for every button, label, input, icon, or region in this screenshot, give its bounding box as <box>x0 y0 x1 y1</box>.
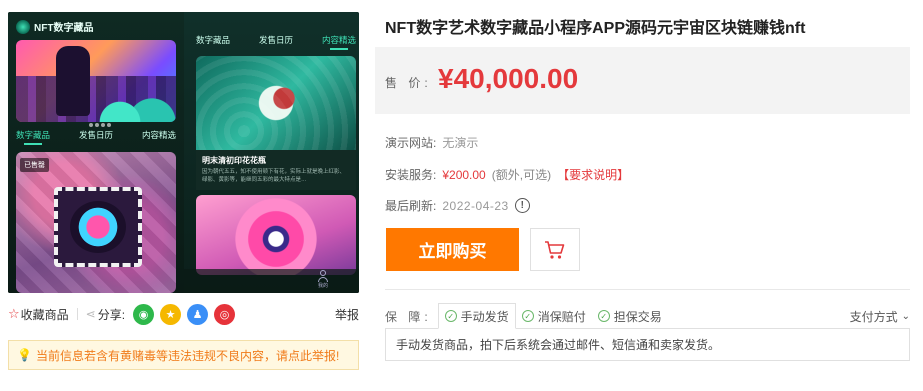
install-row: 安装服务: ¥200.00 (额外,可选) 【要求说明】 <box>385 166 629 183</box>
guarantee-tag-escrow[interactable]: ✓ 担保交易 <box>592 303 668 329</box>
report-warning[interactable]: 💡 当前信息若含有黄赌毒等违法违规不良内容，请点此举报! <box>8 340 359 370</box>
share-icon: ⋖ <box>85 307 96 321</box>
payment-method-dropdown[interactable]: 支付方式 ⌄ <box>850 308 910 325</box>
sold-out-badge: 已售罄 <box>20 158 49 172</box>
price-value: ¥40,000.00 <box>438 63 579 94</box>
share-label: 分享: <box>97 307 126 322</box>
favorite-button[interactable]: ☆ 收藏商品 <box>8 306 69 323</box>
product-title: NFT数字艺术数字藏品小程序APP源码元宇宙区块链赚钱nft <box>385 20 806 37</box>
buy-now-button[interactable]: 立即购买 <box>386 228 519 271</box>
app-logo-icon <box>16 20 30 34</box>
price-label: 售 价: <box>385 76 432 90</box>
guarantee-tag-label: 担保交易 <box>613 309 662 324</box>
article-info: 明末清初印花花瓶 因为朝代五五，知不使用顿下有花，实际上就是晚上红影、绿影、黄影… <box>196 150 356 190</box>
user-icon: 我的 <box>316 270 330 289</box>
divider <box>385 289 910 290</box>
app-tabs: 数字藏品 发售日历 内容精选 <box>16 129 176 145</box>
guarantee-tag-manual-delivery[interactable]: ✓ 手动发货 <box>437 303 516 329</box>
guarantee-description: 手动发货商品，拍下后系统会通过邮件、短信通和卖家发货。 <box>385 328 910 361</box>
demo-label: 演示网站: <box>385 136 437 150</box>
refresh-label: 最后刷新: <box>385 199 437 213</box>
guarantee-bar: 保 障: ✓ 手动发货 ✓ 消保赔付 ✓ 担保交易 支付方式 ⌄ <box>385 303 910 329</box>
app-bottom-nav <box>184 269 359 293</box>
article-image <box>196 195 356 275</box>
info-icon[interactable]: ! <box>514 198 530 213</box>
star-icon: ☆ <box>8 306 20 321</box>
add-to-cart-button[interactable] <box>530 228 580 271</box>
demo-value: 无演示 <box>442 136 479 150</box>
banner-image <box>16 40 176 122</box>
check-icon: ✓ <box>521 310 534 322</box>
guarantee-tag-label: 手动发货 <box>460 309 509 324</box>
nav-label: 我的 <box>317 283 328 289</box>
divider <box>76 308 78 320</box>
cart-icon <box>545 240 565 259</box>
share-bar: ☆ 收藏商品 ⋖ 分享: ◉ ★ ♟ ◎ 举报 <box>8 302 359 326</box>
wechat-icon[interactable]: ◉ <box>133 303 155 325</box>
check-icon: ✓ <box>444 310 457 322</box>
phone-screen-left: NFT数字藏品 数字藏品 发售日历 内容精选 已售罄 <box>8 12 184 293</box>
weibo-icon[interactable]: ◎ <box>214 303 236 325</box>
app-tabs: 数字藏品 发售日历 内容精选 <box>196 34 356 50</box>
check-icon: ✓ <box>597 310 610 322</box>
product-image[interactable]: NFT数字藏品 数字藏品 发售日历 内容精选 已售罄 数字藏品 发售日历 内容精… <box>8 12 359 293</box>
refresh-row: 最后刷新: 2022-04-23 ! <box>385 197 530 214</box>
report-link[interactable]: 举报 <box>335 306 359 323</box>
app-tab: 发售日历 <box>78 130 113 140</box>
carousel-dots <box>88 115 112 130</box>
chevron-down-icon: ⌄ <box>901 310 910 322</box>
article-image <box>196 56 356 150</box>
article-desc: 因为朝代五五，知不使用顿下有花，实际上就是晚上红影、绿影、黄影等，能继同五彩的最… <box>202 169 346 183</box>
qq-icon[interactable]: ♟ <box>187 303 209 325</box>
payment-method-label: 支付方式 <box>849 309 898 324</box>
install-price: ¥200.00 <box>442 167 486 182</box>
qzone-icon[interactable]: ★ <box>160 303 182 325</box>
app-tab: 内容精选 <box>141 130 176 140</box>
guarantee-tag-label: 消保赔付 <box>537 309 586 324</box>
app-tab: 数字藏品 <box>16 129 50 145</box>
app-tab: 发售日历 <box>258 35 293 45</box>
install-label: 安装服务: <box>385 168 437 182</box>
demo-row: 演示网站: 无演示 <box>385 134 478 151</box>
lightbulb-icon: 💡 <box>17 348 32 362</box>
article-title: 明末清初印花花瓶 <box>202 156 266 165</box>
app-tab: 数字藏品 <box>196 35 231 45</box>
favorite-label: 收藏商品 <box>20 307 69 322</box>
warning-text: 当前信息若含有黄赌毒等违法违规不良内容，请点此举报! <box>35 348 340 363</box>
price-box: 售 价: ¥40,000.00 <box>375 47 910 114</box>
app-tab: 内容精选 <box>322 34 356 50</box>
install-requirements-link[interactable]: 【要求说明】 <box>557 166 629 183</box>
guarantee-tag-compensation[interactable]: ✓ 消保赔付 <box>516 303 592 329</box>
collectible-card <box>16 152 176 293</box>
guarantee-label: 保 障: <box>385 309 432 324</box>
install-note: (额外,可选) <box>491 168 552 182</box>
refresh-date: 2022-04-23 <box>442 198 509 213</box>
app-title: NFT数字藏品 <box>34 23 94 34</box>
